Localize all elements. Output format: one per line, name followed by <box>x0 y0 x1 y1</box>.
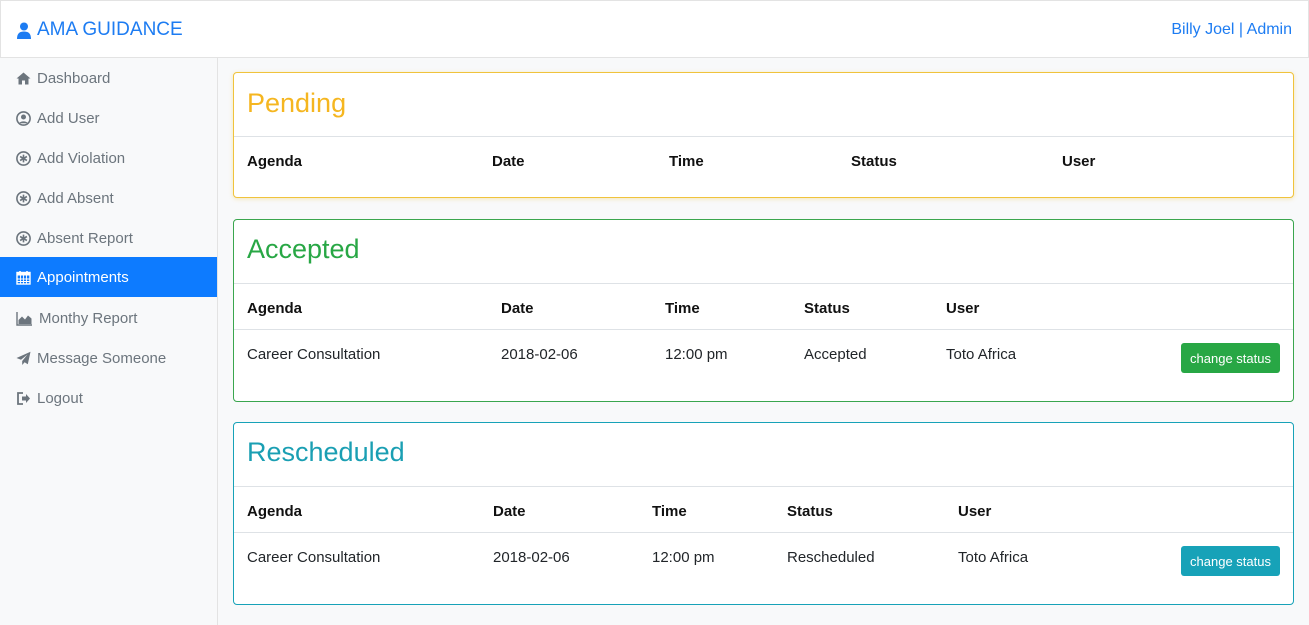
user-admin-link[interactable]: Billy Joel | Admin <box>1171 21 1292 39</box>
sidebar-item-label: Absent Report <box>37 229 133 247</box>
col-header-agenda: Agenda <box>247 300 303 317</box>
sidebar-item-monthly-report[interactable]: Monthy Report <box>0 298 217 338</box>
col-header-time: Time <box>669 153 704 170</box>
cell-agenda: Career Consultation <box>247 346 381 363</box>
divider <box>234 283 1293 284</box>
cell-agenda: Career Consultation <box>247 549 381 566</box>
accepted-title: Accepted <box>247 234 360 264</box>
sidebar-item-label: Add Violation <box>37 149 126 167</box>
change-status-button[interactable]: change status <box>1181 546 1280 576</box>
change-status-button[interactable]: change status <box>1181 343 1280 373</box>
sidebar-item-label: Dashboard <box>37 69 111 87</box>
user-circle-icon <box>16 110 31 126</box>
col-header-user: User <box>958 503 992 520</box>
rescheduled-card: Rescheduled Agenda Date Time Status User… <box>233 422 1294 605</box>
col-header-date: Date <box>493 503 526 520</box>
col-header-user: User <box>1062 153 1096 170</box>
col-header-date: Date <box>492 153 525 170</box>
divider <box>234 136 1293 137</box>
rescheduled-title: Rescheduled <box>247 437 405 467</box>
calendar-icon <box>16 270 31 285</box>
col-header-date: Date <box>501 300 534 317</box>
accepted-card: Accepted Agenda Date Time Status User Ca… <box>233 219 1294 402</box>
sidebar-item-appointments[interactable]: Appointments <box>0 257 217 297</box>
sidebar-item-label: Monthy Report <box>39 309 138 327</box>
cell-status: Accepted <box>804 346 867 363</box>
divider <box>234 329 1293 330</box>
sidebar-item-label: Add User <box>37 109 100 127</box>
sidebar-item-dashboard[interactable]: Dashboard <box>0 58 217 98</box>
area-chart-icon <box>16 311 32 326</box>
brand-title: AMA GUIDANCE <box>37 19 183 40</box>
cell-status: Rescheduled <box>787 549 875 566</box>
sidebar-item-add-violation[interactable]: Add Violation <box>0 138 217 178</box>
col-header-time: Time <box>652 503 687 520</box>
col-header-time: Time <box>665 300 700 317</box>
divider <box>234 486 1293 487</box>
pending-card: Pending Agenda Date Time Status User <box>233 72 1294 198</box>
col-header-status: Status <box>851 153 897 170</box>
col-header-status: Status <box>804 300 850 317</box>
sidebar-item-add-absent[interactable]: Add Absent <box>0 178 217 218</box>
sidebar: Dashboard Add User Add Violation Add Abs… <box>0 58 218 625</box>
cell-time: 12:00 pm <box>665 346 728 363</box>
cell-date: 2018-02-06 <box>501 346 578 363</box>
cell-time: 12:00 pm <box>652 549 715 566</box>
sidebar-item-add-user[interactable]: Add User <box>0 98 217 138</box>
top-navbar: AMA GUIDANCE Billy Joel | Admin <box>0 0 1309 58</box>
sign-out-icon <box>17 391 30 405</box>
col-header-status: Status <box>787 503 833 520</box>
brand-link[interactable]: AMA GUIDANCE <box>17 19 183 41</box>
asterisk-circle-icon <box>16 230 31 246</box>
sidebar-item-label: Logout <box>37 389 83 407</box>
paper-plane-icon <box>16 351 31 365</box>
col-header-agenda: Agenda <box>247 153 303 170</box>
col-header-agenda: Agenda <box>247 503 303 520</box>
col-header-user: User <box>946 300 980 317</box>
sidebar-item-logout[interactable]: Logout <box>0 378 217 418</box>
user-icon <box>17 22 31 39</box>
sidebar-item-label: Appointments <box>37 268 129 286</box>
sidebar-item-message-someone[interactable]: Message Someone <box>0 338 217 378</box>
sidebar-item-absent-report[interactable]: Absent Report <box>0 218 217 258</box>
divider <box>234 532 1293 533</box>
cell-date: 2018-02-06 <box>493 549 570 566</box>
sidebar-item-label: Add Absent <box>37 189 114 207</box>
sidebar-item-label: Message Someone <box>37 349 167 367</box>
pending-title: Pending <box>247 88 347 118</box>
main-content: Pending Agenda Date Time Status User Acc… <box>218 58 1309 625</box>
asterisk-circle-icon <box>16 190 31 206</box>
asterisk-circle-icon <box>16 150 31 166</box>
home-icon <box>16 72 31 84</box>
cell-user: Toto Africa <box>946 346 1017 363</box>
cell-user: Toto Africa <box>958 549 1029 566</box>
